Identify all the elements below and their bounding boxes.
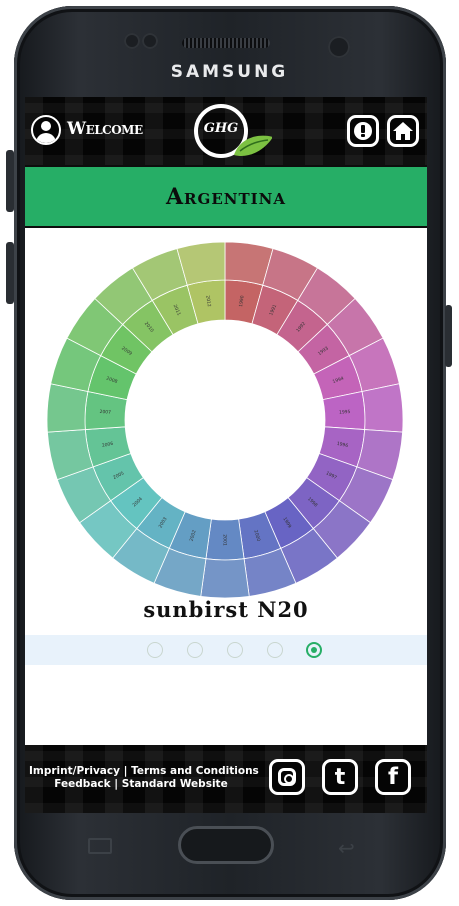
sunburst-label: 2001 xyxy=(222,534,228,546)
home-button[interactable] xyxy=(178,826,274,864)
back-icon[interactable]: ↩ xyxy=(338,836,355,860)
instagram-icon[interactable] xyxy=(269,759,305,795)
welcome-label[interactable]: Welcome xyxy=(67,119,143,139)
facebook-icon[interactable]: f xyxy=(375,759,411,795)
sensor-icon xyxy=(142,33,158,49)
logo-text: GHG xyxy=(203,121,239,136)
facebook-letter: f xyxy=(387,764,398,790)
home-icon[interactable] xyxy=(387,115,419,147)
footer-links-line1[interactable]: Imprint/Privacy | Terms and Conditions xyxy=(29,765,259,777)
sunburst-label: 2007 xyxy=(99,409,111,416)
volume-button xyxy=(6,150,14,212)
pager-dot-1[interactable] xyxy=(147,642,163,658)
page-title-bar: Argentina xyxy=(25,165,427,228)
pager-dot-5[interactable] xyxy=(306,642,322,658)
pager-dot-3[interactable] xyxy=(227,642,243,658)
app-logo[interactable]: GHG xyxy=(190,103,273,161)
power-button xyxy=(445,305,452,367)
footer: Imprint/Privacy | Terms and Conditions F… xyxy=(25,745,427,813)
bixby-button xyxy=(6,242,14,304)
sunburst-outer-segment[interactable] xyxy=(361,383,403,433)
app-screen: Welcome GHG Argentina 1990 1991 1992 1993 19… xyxy=(25,97,427,813)
pager-dot-4[interactable] xyxy=(267,642,283,658)
tumblr-letter: t xyxy=(334,764,346,790)
sunburst-label: 1995 xyxy=(339,409,351,416)
top-bar: Welcome GHG xyxy=(25,97,427,165)
earpiece-speaker xyxy=(182,38,270,48)
recent-apps-button[interactable] xyxy=(88,838,112,854)
sunburst-chart[interactable]: 1990199119921993199419951996199719981999… xyxy=(47,242,403,598)
footer-links: Imprint/Privacy | Terms and Conditions F… xyxy=(29,765,259,791)
page-title: Argentina xyxy=(165,183,287,210)
sunburst-outer-segment[interactable] xyxy=(47,383,89,433)
tumblr-icon[interactable]: t xyxy=(322,759,358,795)
pager-dot-2[interactable] xyxy=(187,642,203,658)
chart-caption: sunbirst N20 xyxy=(143,597,309,622)
footer-links-line2[interactable]: Feedback | Standard Website xyxy=(54,778,227,790)
user-icon[interactable] xyxy=(31,115,61,145)
pager xyxy=(25,635,427,665)
sunburst-outer-segment[interactable] xyxy=(200,558,250,598)
front-camera-icon xyxy=(328,36,350,58)
exclamation-icon[interactable] xyxy=(347,115,379,147)
sensor-icon xyxy=(124,33,140,49)
device-brand: SAMSUNG xyxy=(170,62,289,82)
